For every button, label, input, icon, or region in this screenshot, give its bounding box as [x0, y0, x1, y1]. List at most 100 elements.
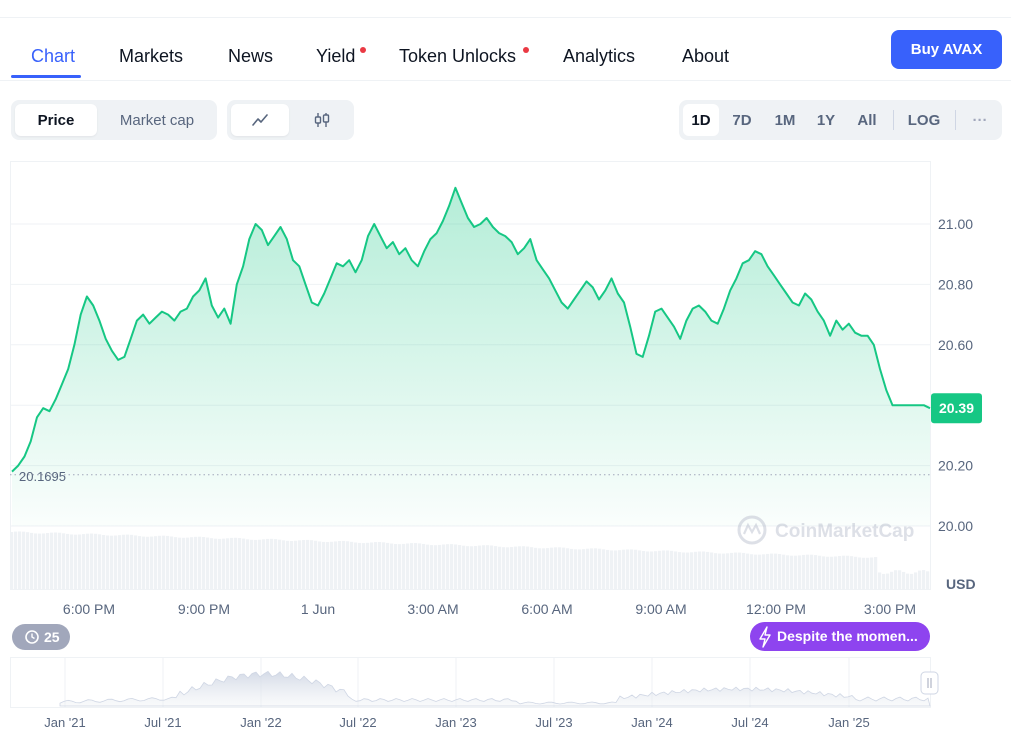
volume-bar	[578, 549, 582, 590]
volume-bar	[234, 537, 238, 590]
volume-bar	[742, 552, 746, 590]
current-price-label: 20.39	[939, 400, 974, 416]
volume-bar	[146, 536, 150, 590]
volume-bar	[230, 537, 234, 590]
volume-bar	[162, 535, 166, 590]
volume-bar	[94, 533, 98, 590]
volume-bar	[126, 534, 130, 590]
history-badge[interactable]: 25	[12, 624, 70, 650]
volume-bar	[410, 543, 414, 590]
current-price-tag: 20.39	[931, 393, 982, 424]
volume-bar	[862, 557, 866, 590]
volume-bar	[34, 533, 38, 590]
navigator-x-label: Jan '25	[828, 715, 870, 730]
volume-bar	[782, 554, 786, 590]
x-tick-label: 12:00 PM	[746, 601, 806, 617]
x-tick-label: 3:00 AM	[407, 601, 458, 617]
volume-bar	[530, 547, 534, 590]
volume-bar	[690, 552, 694, 590]
volume-bar	[382, 542, 386, 590]
volume-bar	[462, 545, 466, 590]
volume-bar	[210, 538, 214, 590]
volume-bar	[538, 548, 542, 590]
volume-bar	[102, 535, 106, 590]
navigator-x-label: Jul '22	[339, 715, 376, 730]
volume-bar	[914, 572, 918, 590]
volume-bar	[610, 550, 614, 590]
volume-bar	[626, 549, 630, 590]
volume-bar	[826, 556, 830, 590]
volume-bar	[54, 532, 58, 590]
volume-bar	[842, 555, 846, 590]
volume-bar	[806, 554, 810, 590]
volume-bar	[858, 557, 862, 590]
volume-bar	[390, 543, 394, 590]
navigator-handle[interactable]	[920, 671, 939, 695]
volume-bar	[882, 573, 886, 590]
volume-bar	[558, 547, 562, 590]
volume-bar	[694, 551, 698, 590]
volume-bar	[574, 549, 578, 590]
volume-bar	[850, 556, 854, 590]
volume-bar	[926, 571, 930, 590]
volume-bar	[438, 544, 442, 590]
volume-bar	[706, 551, 710, 590]
volume-bar	[82, 534, 86, 590]
volume-bar	[682, 552, 686, 590]
volume-bar	[402, 543, 406, 590]
volume-bar	[846, 555, 850, 590]
volume-bar	[918, 570, 922, 590]
volume-bar	[550, 547, 554, 590]
navigator-x-label: Jul '23	[535, 715, 572, 730]
volume-bar	[622, 549, 626, 590]
volume-bar	[498, 546, 502, 590]
volume-bar	[726, 553, 730, 590]
volume-bar	[518, 546, 522, 590]
volume-bar	[486, 545, 490, 590]
volume-bar	[586, 548, 590, 590]
volume-bar	[262, 539, 266, 590]
volume-bar	[510, 547, 514, 590]
volume-bar	[166, 535, 170, 590]
volume-bar	[734, 552, 738, 590]
volume-bar	[910, 573, 914, 590]
volume-bar	[922, 570, 926, 590]
news-badge[interactable]: Despite the momen...	[750, 622, 930, 651]
volume-bar	[534, 547, 538, 590]
volume-bar	[314, 540, 318, 590]
news-badge-text: Despite the momen...	[777, 628, 918, 644]
volume-bar	[346, 541, 350, 590]
volume-bar	[666, 550, 670, 590]
volume-bar	[546, 548, 550, 590]
volume-bar	[274, 539, 278, 590]
volume-bar	[30, 532, 34, 590]
volume-bar	[86, 533, 90, 590]
volume-bar	[646, 551, 650, 590]
volume-bar	[310, 540, 314, 590]
volume-bar	[246, 539, 250, 590]
volume-bar	[594, 548, 598, 590]
volume-bar	[446, 544, 450, 590]
volume-bar	[630, 549, 634, 590]
volume-bar	[454, 544, 458, 590]
volume-bar	[358, 542, 362, 590]
volume-bar	[614, 550, 618, 590]
volume-bar	[834, 556, 838, 590]
volume-bar	[270, 538, 274, 590]
volume-bar	[426, 544, 430, 590]
volume-bar	[202, 536, 206, 590]
x-tick-label: 6:00 PM	[63, 601, 115, 617]
volume-bar	[718, 553, 722, 590]
volume-bar	[286, 540, 290, 590]
volume-bar	[778, 554, 782, 590]
volume-bar	[190, 537, 194, 590]
volume-bar	[70, 534, 74, 590]
volume-bar	[154, 536, 158, 590]
y-tick-label: 20.20	[938, 458, 973, 474]
volume-bar	[638, 550, 642, 590]
volume-bar	[750, 554, 754, 590]
volume-bar	[42, 533, 46, 590]
volume-bar	[590, 548, 594, 590]
volume-bar	[354, 542, 358, 590]
volume-bar	[802, 554, 806, 590]
